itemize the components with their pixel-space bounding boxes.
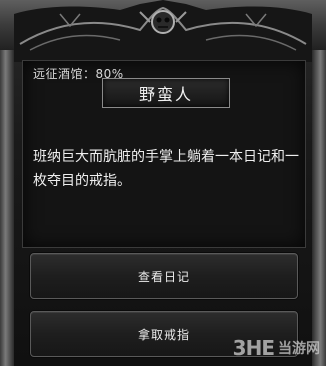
right-frame-border	[312, 50, 326, 366]
event-panel: 远征酒馆：80% 野蛮人 班纳巨大而肮脏的手掌上躺着一本日记和一枚夺目的戒指。	[22, 60, 306, 248]
gothic-ornament-header	[0, 0, 326, 62]
left-frame-border	[0, 50, 14, 366]
site-watermark: 3HE 当游网	[233, 336, 320, 360]
watermark-site-name: 当游网	[278, 341, 320, 357]
event-title-box: 野蛮人	[102, 78, 230, 108]
event-title: 野蛮人	[138, 85, 193, 104]
choice-button-view-diary[interactable]: 查看日记	[30, 253, 298, 299]
choice-label: 查看日记	[137, 269, 190, 284]
watermark-logo: 3HE	[232, 336, 275, 360]
event-description: 班纳巨大而肮脏的手掌上躺着一本日记和一枚夺目的戒指。	[33, 149, 299, 189]
choice-label: 拿取戒指	[137, 327, 190, 342]
